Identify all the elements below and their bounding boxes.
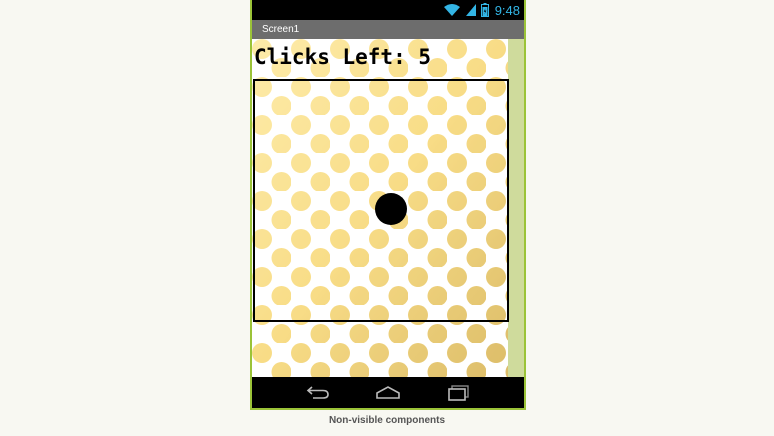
status-clock: 9:48 (494, 2, 520, 18)
phone-preview: 9:48 Screen1 Clicks Left: 5 (250, 0, 526, 410)
game-canvas[interactable] (253, 79, 509, 322)
screen-title-bar: Screen1 (252, 20, 524, 39)
non-visible-components-label: Non-visible components (328, 415, 446, 426)
status-bar: 9:48 (252, 0, 524, 20)
ball-sprite[interactable] (375, 193, 407, 225)
home-icon[interactable] (374, 381, 402, 403)
screen-title: Screen1 (262, 24, 300, 35)
screen-side-strip (508, 39, 524, 377)
back-icon[interactable] (304, 381, 332, 403)
signal-icon (465, 4, 476, 16)
clicks-left-label: Clicks Left: 5 (254, 45, 432, 69)
wifi-icon (443, 4, 460, 16)
navigation-bar (252, 377, 524, 408)
battery-icon (480, 3, 489, 17)
status-icons: 9:48 (443, 1, 520, 19)
recent-apps-icon[interactable] (444, 381, 472, 403)
app-screen: Clicks Left: 5 (252, 39, 524, 377)
